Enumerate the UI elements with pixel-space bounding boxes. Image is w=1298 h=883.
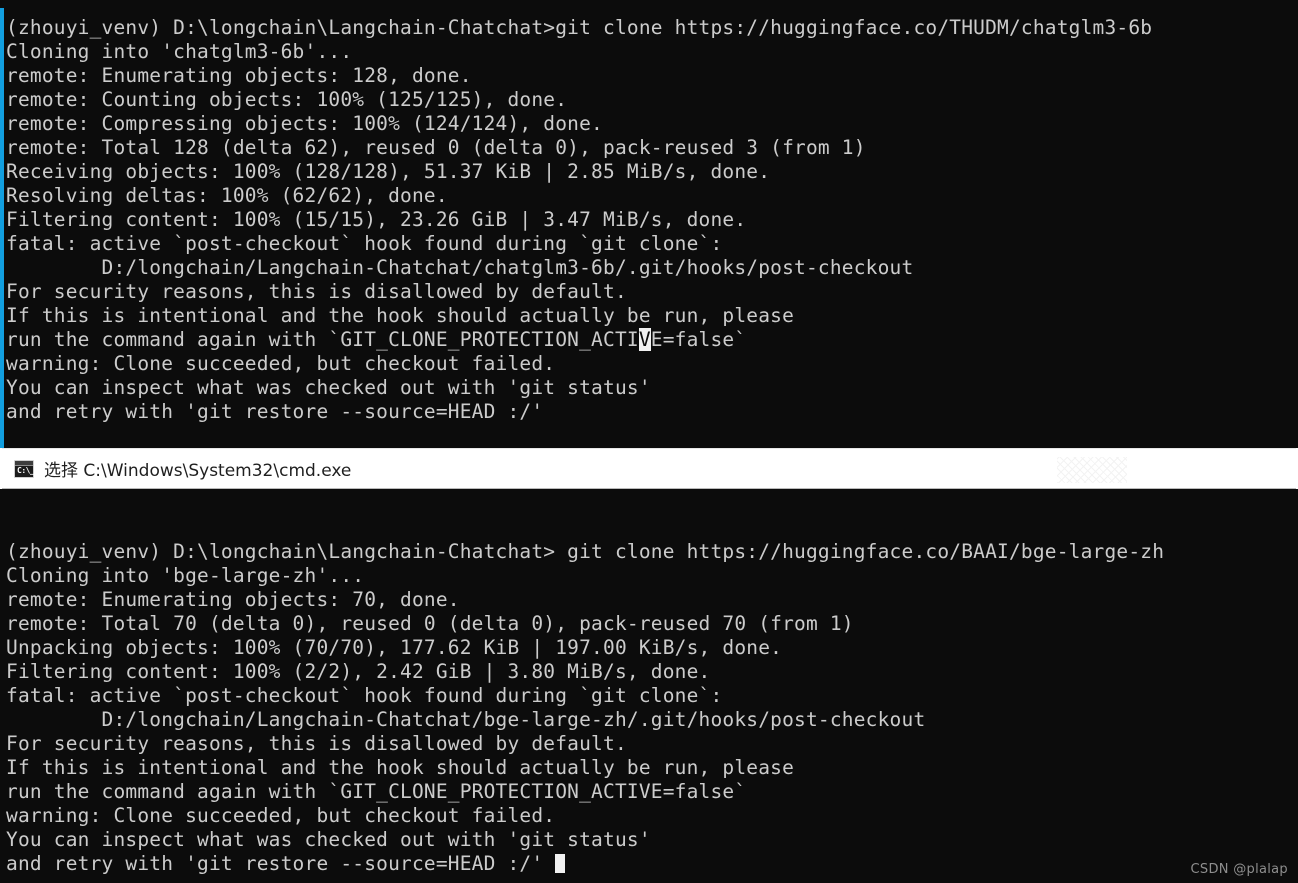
console-line: Filtering content: 100% (2/2), 2.42 GiB … (6, 660, 711, 683)
console-line: For security reasons, this is disallowed… (6, 732, 627, 755)
console-window-top[interactable]: (zhouyi_venv) D:\longchain\Langchain-Cha… (0, 0, 1298, 448)
console-line: For security reasons, this is disallowed… (6, 280, 627, 303)
console-line: If this is intentional and the hook shou… (6, 304, 795, 327)
console-line: Filtering content: 100% (15/15), 23.26 G… (6, 208, 747, 231)
console-line: run the command again with `GIT_CLONE_PR… (6, 780, 747, 803)
console-line: Cloning into 'chatglm3-6b'... (6, 40, 353, 63)
titlebar[interactable]: C:\_ 选择 C:\Windows\System32\cmd.exe (2, 448, 1296, 489)
titlebar-title: 选择 C:\Windows\System32\cmd.exe (44, 461, 352, 481)
console-line: Receiving objects: 100% (128/128), 51.37… (6, 160, 771, 183)
console-output-top[interactable]: (zhouyi_venv) D:\longchain\Langchain-Cha… (6, 16, 1298, 424)
console-line: remote: Enumerating objects: 70, done. (6, 588, 460, 611)
cmd-exe-icon: C:\_ (14, 459, 35, 478)
console-line: (zhouyi_venv) D:\longchain\Langchain-Cha… (6, 16, 1153, 39)
console-line: D:/longchain/Langchain-Chatchat/chatglm3… (6, 256, 914, 279)
console-line: fatal: active `post-checkout` hook found… (6, 232, 723, 255)
titlebar-watermark-artifact (1057, 457, 1127, 483)
console-line: You can inspect what was checked out wit… (6, 828, 651, 851)
console-line: and retry with 'git restore --source=HEA… (6, 400, 544, 423)
console-line: You can inspect what was checked out wit… (6, 376, 651, 399)
csdn-watermark: CSDN @plalap (1190, 862, 1288, 877)
screenshot-root: (zhouyi_venv) D:\longchain\Langchain-Cha… (0, 0, 1298, 883)
console-line: Resolving deltas: 100% (62/62), done. (6, 184, 448, 207)
console-output-bottom[interactable]: (zhouyi_venv) D:\longchain\Langchain-Cha… (6, 516, 1298, 876)
console-line: and retry with 'git restore --source=HEA… (6, 852, 1298, 876)
console-line: remote: Total 70 (delta 0), reused 0 (de… (6, 612, 854, 635)
console-line: warning: Clone succeeded, but checkout f… (6, 804, 556, 827)
cmd-icon-glyph: C:\_ (17, 465, 35, 475)
console-line: warning: Clone succeeded, but checkout f… (6, 352, 556, 375)
console-line: remote: Counting objects: 100% (125/125)… (6, 88, 568, 111)
console-line: (zhouyi_venv) D:\longchain\Langchain-Cha… (6, 540, 1165, 563)
console-line: remote: Compressing objects: 100% (124/1… (6, 112, 603, 135)
console-line: remote: Total 128 (delta 62), reused 0 (… (6, 136, 866, 159)
console-line: If this is intentional and the hook shou… (6, 756, 795, 779)
terminal-cursor (555, 854, 566, 873)
console-line: run the command again with `GIT_CLONE_PR… (6, 328, 747, 351)
window-focus-accent-bar (0, 8, 4, 448)
console-line: D:/longchain/Langchain-Chatchat/bge-larg… (6, 708, 926, 731)
console-line: Unpacking objects: 100% (70/70), 177.62 … (6, 636, 783, 659)
text-selection-highlight: V (638, 328, 651, 351)
console-line: Cloning into 'bge-large-zh'... (6, 564, 365, 587)
console-window-bottom[interactable]: (zhouyi_venv) D:\longchain\Langchain-Cha… (0, 489, 1298, 883)
console-line: remote: Enumerating objects: 128, done. (6, 64, 472, 87)
console-line: fatal: active `post-checkout` hook found… (6, 684, 723, 707)
